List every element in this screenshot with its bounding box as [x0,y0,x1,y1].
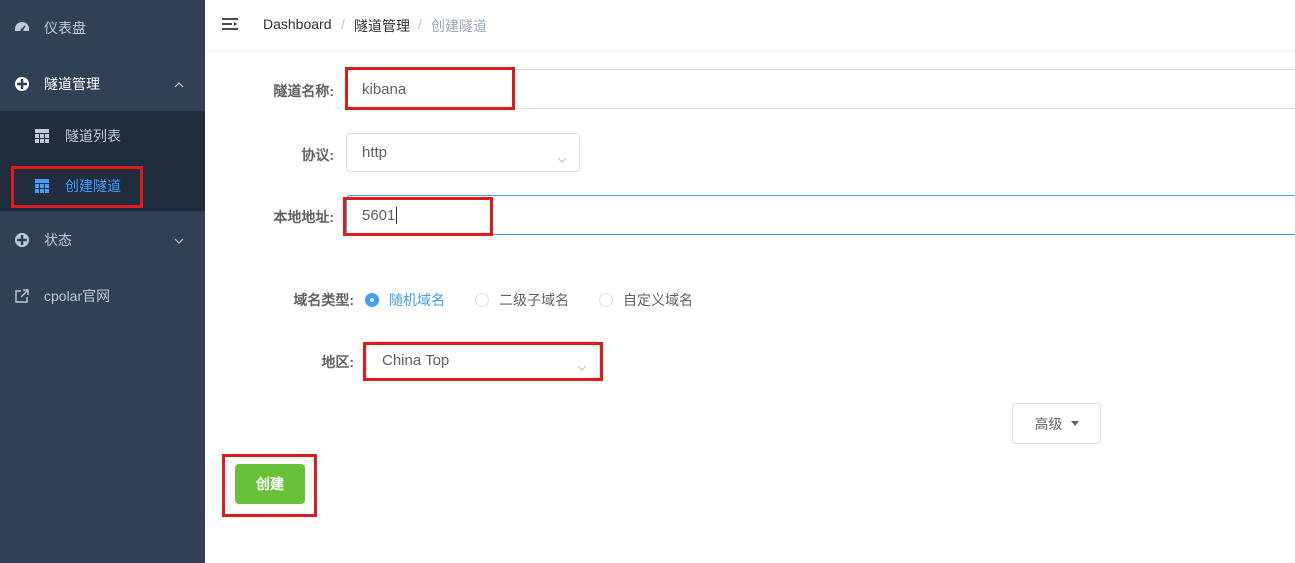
advanced-button[interactable]: 高级 [1012,403,1101,444]
local-address-label: 本地地址: [273,209,334,225]
breadcrumb-tunnel-management[interactable]: 隧道管理 [354,16,410,36]
sidebar-item-label: 状态 [44,232,72,248]
sidebar: 仪表盘 隧道管理 隧道列表 创建隧道 状态 cpolar官网 [0,0,205,563]
sidebar-item-tunnel-management[interactable]: 隧道管理 [0,56,205,112]
radio-subdomain[interactable]: 二级子域名 [475,290,569,310]
header: Dashboard / 隧道管理 / 创建隧道 [205,0,1295,50]
dashboard-icon [14,20,30,36]
highlight-box [363,342,603,381]
radio-dot [599,293,613,307]
name-label: 隧道名称: [273,83,334,99]
highlight-box [345,67,515,110]
radio-random-domain[interactable]: 随机域名 [365,290,445,310]
highlight-box [222,454,317,517]
sidebar-item-label: cpolar官网 [44,288,111,304]
highlight-box [343,197,493,236]
region-label: 地区: [321,354,354,370]
radio-custom-domain[interactable]: 自定义域名 [599,290,693,310]
sidebar-item-cpolar-site[interactable]: cpolar官网 [0,268,205,324]
table-icon [35,129,49,143]
protocol-value: http [362,144,388,161]
domain-type-label: 域名类型: [293,292,354,308]
sidebar-item-status[interactable]: 状态 [0,212,205,268]
radio-dot [365,293,379,307]
status-icon [14,232,30,248]
sidebar-item-label: 隧道管理 [44,76,100,92]
sidebar-item-dashboard[interactable]: 仪表盘 [0,0,205,56]
breadcrumb-separator: / [418,16,422,32]
caret-down-icon [1070,421,1079,426]
breadcrumb-create-tunnel: 创建隧道 [431,18,487,34]
chevron-down-icon [173,234,185,246]
protocol-label: 协议: [301,147,334,163]
sidebar-item-label: 仪表盘 [44,20,86,36]
external-link-icon [14,288,30,304]
breadcrumb-separator: / [341,16,345,32]
sidebar-item-label: 隧道列表 [65,128,121,144]
protocol-select[interactable]: http [346,133,580,172]
radio-dot [475,293,489,307]
breadcrumb-dashboard[interactable]: Dashboard [263,16,332,32]
tunnel-icon [14,76,30,92]
advanced-label: 高级 [1034,415,1063,432]
chevron-up-icon [173,78,185,90]
sidebar-item-tunnel-list[interactable]: 隧道列表 [0,111,205,161]
highlight-box [11,166,143,208]
chevron-down-icon [557,150,567,163]
hamburger-icon[interactable] [221,16,239,32]
